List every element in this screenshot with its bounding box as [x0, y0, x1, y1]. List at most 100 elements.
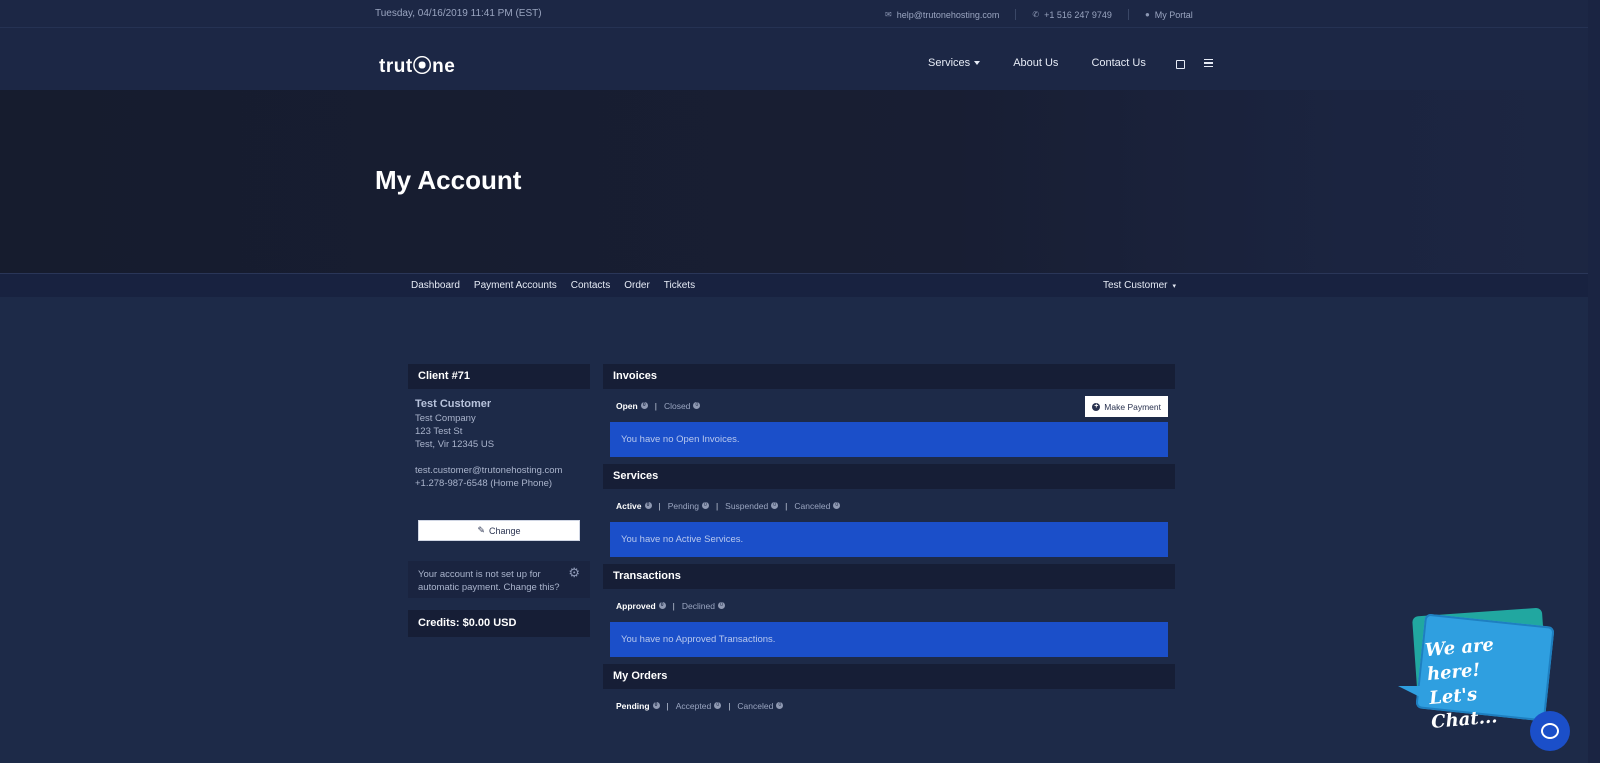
- tab-active[interactable]: Active 0: [616, 501, 652, 511]
- tab-open[interactable]: Open 0: [616, 401, 648, 411]
- divider: [1127, 9, 1129, 20]
- tab-label: Suspended: [725, 500, 769, 511]
- nav-contact-us[interactable]: Contact Us: [1091, 57, 1145, 69]
- tab-approved[interactable]: Approved 0: [616, 601, 666, 611]
- divider: [1015, 9, 1017, 20]
- site-header: trut⦿ne Services About Us Contact Us: [0, 28, 1588, 90]
- transactions-heading: Transactions: [603, 564, 1175, 589]
- services-empty-notice: You have no Active Services.: [610, 522, 1168, 557]
- client-info: Test Customer Test Company 123 Test St T…: [408, 389, 590, 499]
- count-badge: 0: [717, 602, 725, 609]
- current-datetime: Tuesday, 04/16/2019 11:41 PM (EST): [375, 8, 542, 19]
- autopay-notice: Your account is not set up for automatic…: [408, 561, 590, 598]
- count-badge: 0: [833, 502, 841, 509]
- tab-suspended[interactable]: Suspended 0: [725, 500, 779, 511]
- phone-icon: ✆: [1032, 10, 1040, 19]
- invoices-empty-notice: You have no Open Invoices.: [610, 422, 1168, 457]
- orders-heading: My Orders: [603, 664, 1175, 689]
- email-link[interactable]: ✉ help@trutonehosting.com: [885, 10, 999, 20]
- tab-label: Canceled: [737, 700, 774, 711]
- tab-pending-orders[interactable]: Pending 0: [616, 701, 660, 711]
- count-badge: 0: [644, 502, 652, 509]
- transactions-section: Transactions Approved 0 | Declined 0 You…: [603, 564, 1175, 657]
- envelope-icon: ✉: [885, 10, 892, 19]
- tab-pending[interactable]: Pending 0: [668, 501, 709, 511]
- gear-icon[interactable]: ⚙: [568, 566, 580, 579]
- top-contacts: ✉ help@trutonehosting.com ✆ +1 516 247 9…: [885, 9, 1193, 20]
- page-hero: My Account: [0, 90, 1588, 273]
- tab-label: Active: [616, 500, 642, 511]
- plus-circle-icon: +: [1092, 402, 1101, 411]
- client-company: Test Company: [415, 413, 476, 424]
- invoices-heading: Invoices: [603, 364, 1175, 389]
- nav-services-label: Services: [928, 57, 971, 69]
- count-badge: 0: [693, 402, 701, 409]
- logo[interactable]: trut⦿ne: [379, 51, 455, 78]
- count-badge: 0: [771, 502, 779, 509]
- transactions-tabs: Approved 0 | Declined 0: [603, 589, 1175, 622]
- client-street: 123 Test St: [415, 426, 463, 437]
- tab-closed[interactable]: Closed 0: [663, 400, 701, 411]
- count-badge: 0: [701, 502, 709, 509]
- tab-declined[interactable]: Declined 0: [682, 601, 725, 611]
- chat-launcher-button[interactable]: [1530, 711, 1570, 751]
- user-menu[interactable]: Test Customer ▾: [1103, 280, 1176, 291]
- client-email: test.customer@trutonehosting.com: [415, 465, 563, 476]
- chat-promo-text[interactable]: We are here! Let's Chat...: [1424, 629, 1550, 735]
- client-name: Test Customer: [415, 398, 492, 410]
- make-payment-label: Make Payment: [1104, 401, 1161, 412]
- phone-text: +1 516 247 9749: [1044, 9, 1112, 20]
- autopay-text: Your account is not set up for automatic…: [418, 569, 560, 593]
- tab-label: Accepted: [675, 700, 712, 711]
- subnav-tickets[interactable]: Tickets: [664, 280, 695, 291]
- my-portal-link[interactable]: ● My Portal: [1145, 10, 1193, 20]
- services-heading: Services: [603, 464, 1175, 489]
- count-badge: 0: [640, 402, 648, 409]
- page-title: My Account: [375, 165, 522, 195]
- count-badge: 0: [652, 702, 660, 709]
- email-text: help@trutonehosting.com: [896, 9, 1000, 20]
- tab-label: Declined: [681, 600, 715, 611]
- client-city: Test, Vir 12345 US: [415, 439, 495, 450]
- services-section: Services Active 0 | Pending 0 | Suspende…: [603, 464, 1175, 557]
- client-phone: +1.278-987-6548 (Home Phone): [415, 478, 553, 489]
- invoices-tabs: Open 0 | Closed 0 + Make Payment: [603, 389, 1175, 422]
- my-portal-text: My Portal: [1154, 9, 1193, 20]
- user-menu-label: Test Customer: [1103, 280, 1168, 291]
- subnav-order[interactable]: Order: [624, 280, 650, 291]
- scrollbar[interactable]: [1588, 0, 1600, 763]
- invoices-section: Invoices Open 0 | Closed 0 + Make Paymen…: [603, 364, 1175, 457]
- count-badge: 0: [658, 602, 666, 609]
- client-panel: Client #71 Test Customer Test Company 12…: [408, 364, 590, 637]
- transactions-empty-notice: You have no Approved Transactions.: [610, 622, 1168, 657]
- services-tabs: Active 0 | Pending 0 | Suspended 0 | Can…: [603, 489, 1175, 522]
- count-badge: 0: [776, 702, 784, 709]
- chat-bubble-icon: [1541, 723, 1559, 739]
- nav-services[interactable]: Services: [928, 57, 981, 69]
- tab-label: Pending: [667, 500, 699, 511]
- tab-label: Closed: [663, 400, 691, 411]
- subnav-contacts[interactable]: Contacts: [571, 280, 610, 291]
- main-nav: Services About Us Contact Us: [928, 57, 1213, 69]
- account-subnav: Dashboard Payment Accounts Contacts Orde…: [0, 273, 1588, 297]
- orders-section: My Orders Pending 0 | Accepted 0 | Cance…: [603, 664, 1175, 722]
- tab-canceled-orders[interactable]: Canceled 0: [737, 700, 784, 711]
- make-payment-button[interactable]: + Make Payment: [1085, 396, 1168, 417]
- tab-label: Pending: [616, 700, 650, 711]
- account-sections: Invoices Open 0 | Closed 0 + Make Paymen…: [603, 364, 1175, 722]
- subnav-payment-accounts[interactable]: Payment Accounts: [474, 280, 557, 291]
- change-button[interactable]: ✎ Change: [418, 520, 580, 541]
- pencil-icon: ✎: [477, 525, 485, 535]
- top-bar: Tuesday, 04/16/2019 11:41 PM (EST) ✉ hel…: [0, 0, 1588, 28]
- tab-label: Canceled: [794, 500, 831, 511]
- phone-link[interactable]: ✆ +1 516 247 9749: [1032, 10, 1112, 20]
- subnav-dashboard[interactable]: Dashboard: [411, 280, 460, 291]
- nav-about-us[interactable]: About Us: [1013, 57, 1058, 69]
- hamburger-menu-icon[interactable]: [1203, 58, 1213, 68]
- client-heading: Client #71: [408, 364, 590, 389]
- count-badge: 0: [714, 702, 722, 709]
- tab-label: Open: [616, 400, 638, 411]
- tab-canceled[interactable]: Canceled 0: [794, 500, 841, 511]
- tab-accepted[interactable]: Accepted 0: [675, 700, 722, 711]
- shopping-bag-icon[interactable]: [1175, 59, 1185, 69]
